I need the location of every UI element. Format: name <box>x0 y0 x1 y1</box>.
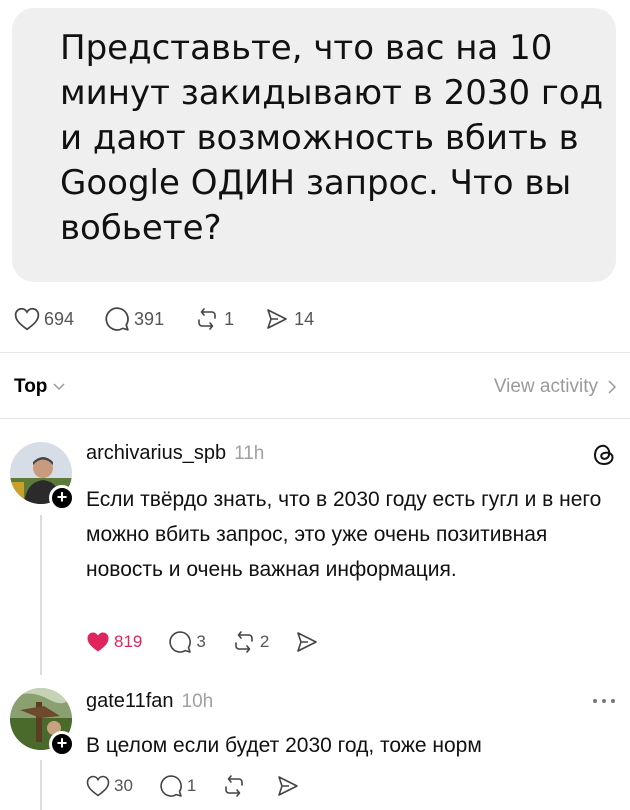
comment-header: gate11fan 10h <box>86 690 213 713</box>
more-options-icon[interactable] <box>592 698 616 704</box>
repost-icon <box>235 631 253 653</box>
comment-icon <box>160 775 182 797</box>
comment-icon <box>169 631 192 653</box>
repost-count: 2 <box>259 632 270 651</box>
repost-button[interactable] <box>222 774 250 798</box>
like-button[interactable]: 819 <box>86 631 142 653</box>
like-count: 694 <box>44 308 75 329</box>
reply-button[interactable]: 3 <box>168 630 206 654</box>
threads-logo-icon[interactable] <box>592 442 616 468</box>
sort-bar: Top View activity <box>14 372 616 402</box>
comment-header: archivarius_spb 11h <box>86 442 264 465</box>
heart-filled-icon <box>87 632 109 652</box>
like-count: 30 <box>114 776 133 795</box>
like-button[interactable]: 694 <box>14 307 74 331</box>
comment-text: В целом если будет 2030 год, тоже норм <box>86 734 482 757</box>
post-stats: 694 391 1 14 <box>14 304 344 334</box>
repost-button[interactable]: 1 <box>194 307 234 331</box>
repost-button[interactable]: 2 <box>232 630 269 654</box>
view-activity-label: View activity <box>493 376 598 397</box>
comment-text: Если твёрдо знать, что в 2030 году есть … <box>86 488 602 581</box>
comment-count: 391 <box>134 308 165 329</box>
post-card: Представьте, что вас на 10 минут закидыв… <box>12 8 616 282</box>
like-button[interactable]: 30 <box>86 775 133 797</box>
repost-count: 1 <box>224 308 235 329</box>
like-count: 819 <box>114 632 143 651</box>
post-text: Представьте, что вас на 10 минут закидыв… <box>60 28 604 248</box>
comment-button[interactable]: 391 <box>104 306 164 332</box>
share-button[interactable] <box>295 630 323 654</box>
divider <box>0 418 630 419</box>
reply-button[interactable]: 1 <box>159 774 196 798</box>
share-count: 14 <box>294 308 315 329</box>
divider <box>0 352 630 353</box>
heart-icon <box>86 775 110 797</box>
reply-count: 3 <box>196 632 206 651</box>
send-icon <box>267 309 287 329</box>
share-button[interactable] <box>276 774 304 798</box>
timestamp: 10h <box>181 691 214 712</box>
repost-icon <box>198 308 216 330</box>
heart-icon <box>14 307 40 331</box>
comment-actions: 819 3 2 <box>86 630 349 654</box>
send-icon <box>278 776 299 796</box>
chevron-right-icon <box>608 380 616 394</box>
username[interactable]: archivarius_spb <box>86 442 226 465</box>
follow-plus-button[interactable]: + <box>49 731 75 757</box>
reply-count: 1 <box>186 776 197 795</box>
username[interactable]: gate11fan <box>86 690 174 713</box>
sort-label: Top <box>14 376 48 397</box>
share-button[interactable]: 14 <box>264 307 314 331</box>
sort-dropdown[interactable]: Top <box>14 376 65 398</box>
thread-line <box>40 515 42 675</box>
follow-plus-button[interactable]: + <box>49 485 75 511</box>
comment-actions: 30 1 <box>86 774 330 798</box>
chevron-down-icon <box>53 383 65 391</box>
thread-line <box>40 760 42 810</box>
repost-icon <box>225 775 244 797</box>
send-icon <box>297 632 318 652</box>
view-activity-link[interactable]: View activity <box>494 376 616 398</box>
timestamp: 11h <box>234 443 265 464</box>
comment-icon <box>105 307 129 331</box>
